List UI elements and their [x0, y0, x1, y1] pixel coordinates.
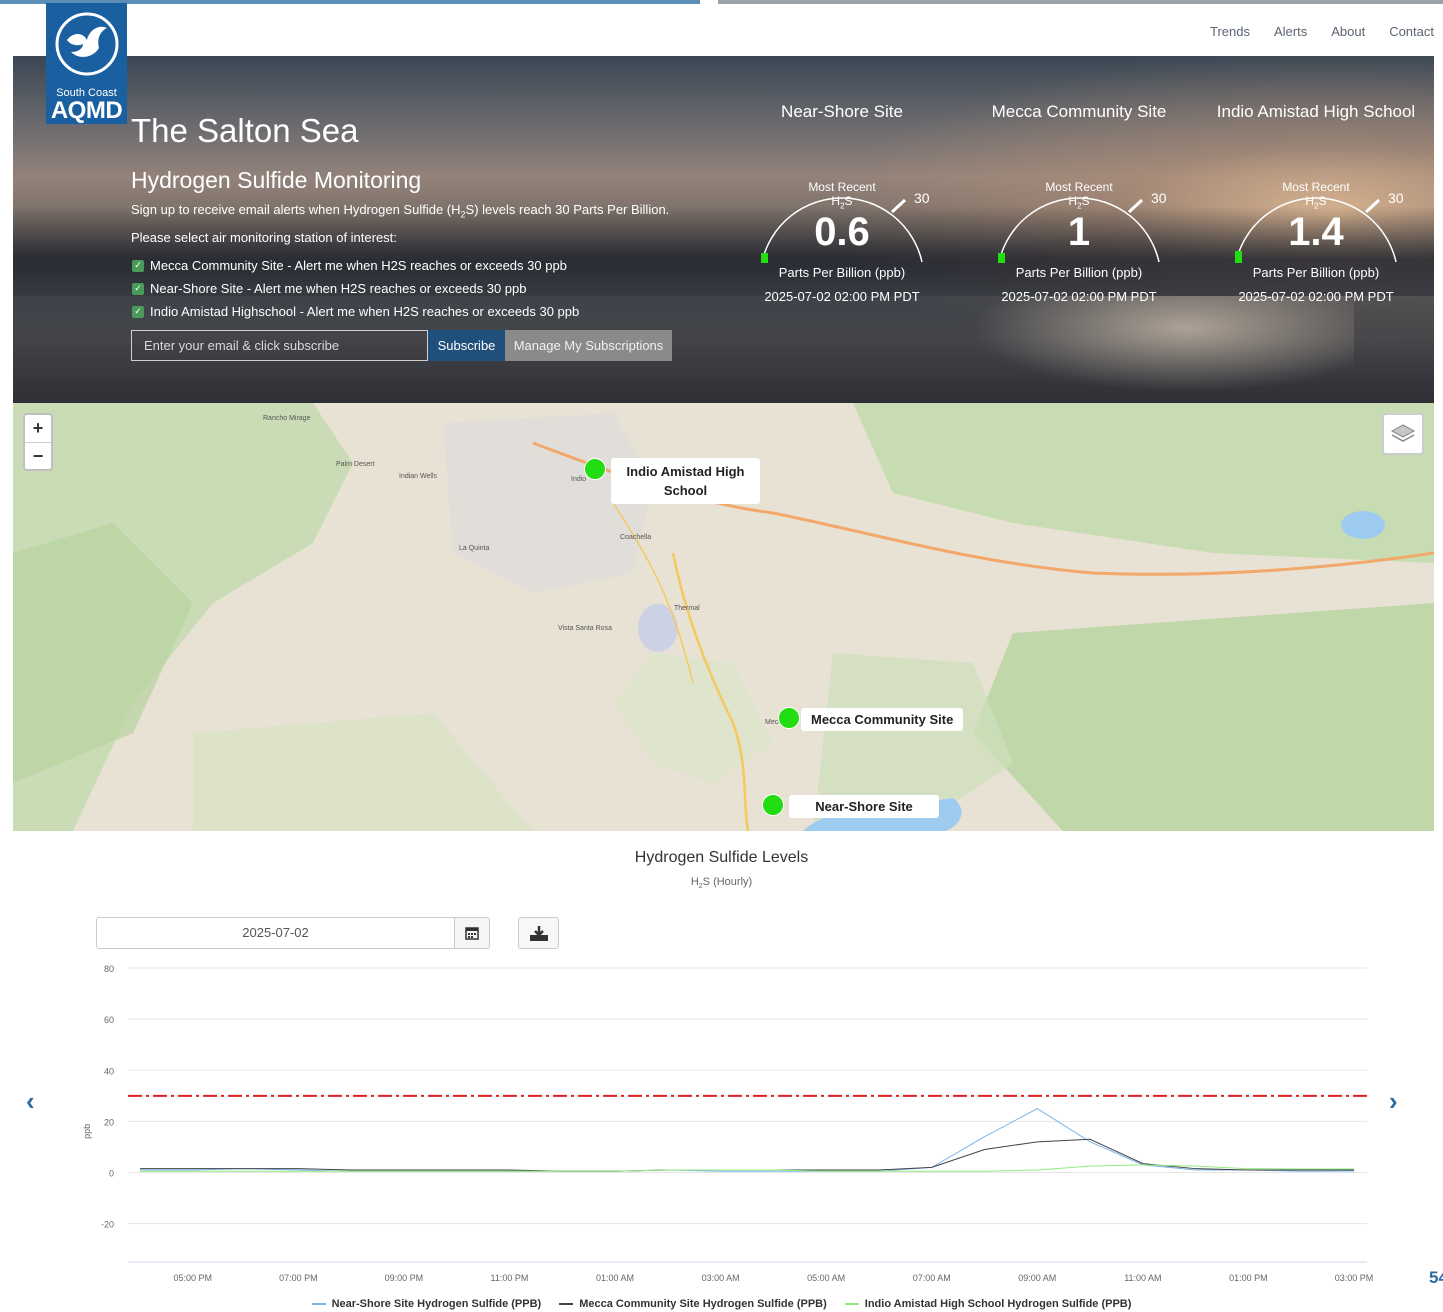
x-tick-label: 03:00 PM	[1335, 1273, 1374, 1283]
checkbox-nearshore[interactable]: ✓ Near-Shore Site - Alert me when H2S re…	[132, 281, 526, 296]
site-map[interactable]: Rancho Mirage Palm Desert Indian Wells L…	[13, 403, 1434, 831]
map-town-label: Rancho Mirage	[263, 415, 311, 422]
legend-item-indio[interactable]: Indio Amistad High School Hydrogen Sulfi…	[844, 1298, 1131, 1310]
page-subtitle: Hydrogen Sulfide Monitoring	[131, 167, 422, 193]
map-town-label: Indio	[571, 476, 587, 483]
gauge-nearshore: Near-Shore Site Most Recent H2S 0.6 30 P…	[742, 102, 942, 304]
map-town-label: Thermal	[674, 605, 700, 612]
layers-icon	[1390, 424, 1416, 442]
x-tick-label: 01:00 AM	[596, 1273, 634, 1283]
hero-banner: The Salton Sea Hydrogen Sulfide Monitori…	[13, 56, 1434, 403]
site-marker-mecca[interactable]	[778, 707, 800, 729]
map-town-label: Indian Wells	[399, 473, 438, 480]
legend-item-mecca[interactable]: Mecca Community Site Hydrogen Sulfide (P…	[559, 1298, 827, 1310]
site-marker-nearshore[interactable]	[762, 794, 784, 816]
gauge-timestamp: 2025-07-02 02:00 PM PDT	[1238, 289, 1394, 304]
y-tick-label: 40	[104, 1066, 114, 1076]
gauge-max-label: 30	[1151, 190, 1167, 206]
checkbox-checked-icon[interactable]: ✓	[132, 282, 144, 295]
nav-link-trends[interactable]: Trends	[1210, 24, 1250, 39]
checkbox-checked-icon[interactable]: ✓	[132, 305, 144, 318]
gauge-site-name: Near-Shore Site	[781, 102, 903, 121]
gauge-max-label: 30	[914, 190, 930, 206]
y-tick-label: -20	[101, 1220, 114, 1230]
checkbox-indio[interactable]: ✓ Indio Amistad Highschool - Alert me wh…	[132, 304, 579, 319]
page-title: The Salton Sea	[131, 112, 359, 149]
manage-subscriptions-button[interactable]: Manage My Subscriptions	[505, 330, 672, 361]
dove-logo-icon	[46, 3, 127, 85]
download-icon	[529, 926, 548, 941]
gauge-max-label: 30	[1388, 190, 1404, 206]
site-label-nearshore[interactable]: Near-Shore Site	[789, 795, 939, 818]
gauge-timestamp: 2025-07-02 02:00 PM PDT	[764, 289, 920, 304]
map-town-label: La Quinta	[459, 545, 490, 552]
subscribe-button[interactable]: Subscribe	[428, 330, 505, 361]
x-tick-label: 07:00 AM	[913, 1273, 951, 1283]
gauge-value: 1	[1067, 210, 1091, 254]
map-zoom-control: + −	[23, 413, 53, 471]
download-button[interactable]	[518, 917, 559, 949]
layers-button[interactable]	[1382, 413, 1424, 455]
h2s-line-chart: 80 60 40 20 0 -20 ppb 05:00 PM 07:00 PM 09:00 PM 1…	[82, 964, 1374, 1283]
y-tick-label: 0	[109, 1169, 114, 1179]
site-label-mecca[interactable]: Mecca Community Site	[801, 708, 964, 731]
station-select-prompt: Please select air monitoring station of …	[131, 230, 397, 245]
checkbox-mecca[interactable]: ✓ Mecca Community Site - Alert me when H…	[132, 258, 567, 273]
nav-link-alerts[interactable]: Alerts	[1274, 24, 1307, 39]
checkbox-checked-icon[interactable]: ✓	[132, 259, 144, 272]
zoom-in-button[interactable]: +	[25, 415, 51, 442]
legend-item-nearshore[interactable]: Near-Shore Site Hydrogen Sulfide (PPB)	[311, 1298, 541, 1310]
zoom-out-button[interactable]: −	[25, 443, 51, 470]
gauge-timestamp: 2025-07-02 02:00 PM PDT	[1001, 289, 1157, 304]
x-tick-label: 01:00 PM	[1229, 1273, 1268, 1283]
site-marker-indio[interactable]	[584, 458, 606, 480]
x-tick-label: 05:00 AM	[807, 1273, 845, 1283]
series-line-1	[140, 1138, 1354, 1172]
navbar: Trends Alerts About Contact	[13, 4, 1434, 56]
gauge-value: 1.4	[1288, 210, 1344, 254]
series-line-0	[140, 1108, 1355, 1172]
email-input[interactable]	[131, 330, 428, 361]
date-input[interactable]: 2025-07-02	[96, 917, 455, 949]
y-tick-label: 60	[104, 1015, 114, 1025]
map-town-label: Vista Santa Rosa	[558, 625, 612, 632]
x-tick-label: 09:00 PM	[385, 1273, 424, 1283]
gauge-site-name: Indio Amistad High School	[1216, 102, 1416, 121]
x-tick-label: 09:00 AM	[1018, 1273, 1056, 1283]
y-axis-label: ppb	[82, 1124, 92, 1139]
nav-link-about[interactable]: About	[1331, 24, 1365, 39]
nav-links: Trends Alerts About Contact	[1186, 24, 1434, 39]
map-town-label: Coachella	[620, 534, 652, 541]
x-tick-label: 03:00 AM	[702, 1273, 740, 1283]
y-tick-label: 80	[104, 964, 114, 974]
chart-title: Hydrogen Sulfide Levels	[634, 849, 809, 866]
chart-subtitle: H2S (Hourly)	[690, 876, 753, 891]
gauge-value: 0.6	[814, 210, 870, 254]
nav-link-contact[interactable]: Contact	[1389, 24, 1434, 39]
x-tick-label: 05:00 PM	[174, 1273, 213, 1283]
signup-description: Sign up to receive email alerts when Hyd…	[131, 202, 670, 220]
x-tick-label: 11:00 PM	[491, 1273, 529, 1283]
calendar-icon	[465, 927, 479, 940]
x-tick-label: 07:00 PM	[279, 1273, 318, 1283]
gauge-mecca: Mecca Community Site Most Recent H2S 1 3…	[979, 102, 1179, 304]
aqmd-logo[interactable]: South Coast AQMD	[46, 3, 127, 125]
map-town-label: Palm Desert	[336, 461, 375, 468]
x-tick-label: 11:00 AM	[1124, 1273, 1161, 1283]
calendar-button[interactable]	[454, 917, 490, 949]
y-tick-label: 20	[104, 1117, 114, 1127]
chart-legend: Near-Shore Site Hydrogen Sulfide (PPB) M…	[0, 1298, 1443, 1310]
gauge-site-name: Mecca Community Site	[991, 102, 1167, 121]
site-label-indio[interactable]: Indio Amistad High School	[611, 458, 760, 504]
gauge-indio: Indio Amistad High School Most Recent H2…	[1216, 102, 1416, 304]
